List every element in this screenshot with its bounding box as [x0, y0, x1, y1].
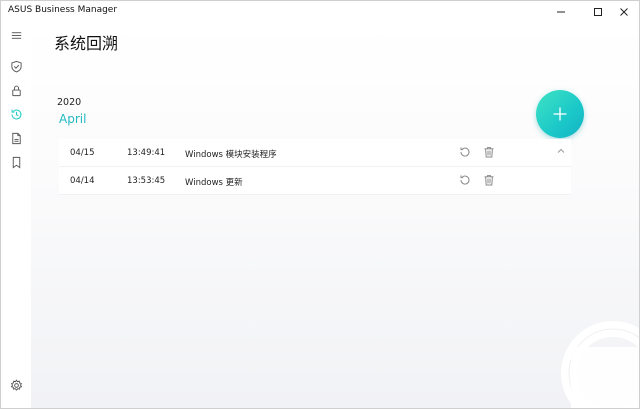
- year-label: 2020: [57, 97, 82, 108]
- restore-icon: [460, 147, 470, 157]
- plus-icon: [553, 107, 567, 121]
- sidebar-item-bookmark[interactable]: [6, 152, 26, 172]
- menu-icon: [11, 31, 21, 39]
- record-time: 13:53:45: [127, 176, 166, 186]
- sidebar-menu-button[interactable]: [6, 25, 26, 45]
- sidebar-item-document[interactable]: [6, 128, 26, 148]
- shield-check-icon: [10, 60, 22, 72]
- title-bar: ASUS Business Manager: [1, 1, 639, 23]
- gear-icon: [10, 378, 22, 391]
- app-title: ASUS Business Manager: [8, 5, 118, 15]
- sidebar: [1, 23, 31, 408]
- table-row: 04/15 13:49:41 Windows 模块安装程序: [59, 139, 571, 167]
- history-icon: [11, 109, 21, 119]
- minimize-icon: [557, 11, 565, 13]
- trash-icon: [484, 175, 494, 186]
- minimize-button[interactable]: [546, 2, 576, 22]
- close-button[interactable]: [609, 2, 639, 22]
- document-icon: [11, 132, 21, 144]
- main-content: 系统回溯 2020 April 04/15 13:49:41 Windows 模…: [31, 23, 639, 408]
- delete-button[interactable]: [482, 145, 496, 159]
- record-description: Windows 更新: [185, 178, 243, 188]
- sidebar-item-system-rollback[interactable]: [6, 104, 26, 124]
- trash-icon: [484, 147, 494, 158]
- page-title: 系统回溯: [54, 34, 119, 53]
- record-date: 04/14: [70, 176, 95, 186]
- restore-button[interactable]: [458, 173, 472, 187]
- record-date: 04/15: [70, 148, 95, 158]
- app-window: ASUS Business Manager 系统回溯 2020 April 04…: [0, 0, 640, 409]
- record-time: 13:49:41: [127, 148, 166, 158]
- add-restore-point-button[interactable]: [536, 90, 584, 138]
- lock-icon: [11, 85, 21, 96]
- restore-icon: [460, 175, 470, 185]
- settings-button[interactable]: [6, 375, 26, 395]
- delete-button[interactable]: [482, 173, 496, 187]
- chevron-up-icon[interactable]: [556, 146, 566, 156]
- sidebar-item-lock[interactable]: [6, 80, 26, 100]
- maximize-icon: [594, 8, 602, 16]
- bookmark-icon: [12, 156, 20, 169]
- restore-button[interactable]: [458, 145, 472, 159]
- month-label: April: [59, 112, 87, 126]
- table-row: 04/14 13:53:45 Windows 更新: [59, 167, 571, 195]
- record-description: Windows 模块安装程序: [185, 150, 277, 160]
- close-icon: [620, 8, 628, 16]
- restore-point-list: 04/15 13:49:41 Windows 模块安装程序 04/14 13:5…: [59, 139, 571, 195]
- sidebar-item-security[interactable]: [6, 56, 26, 76]
